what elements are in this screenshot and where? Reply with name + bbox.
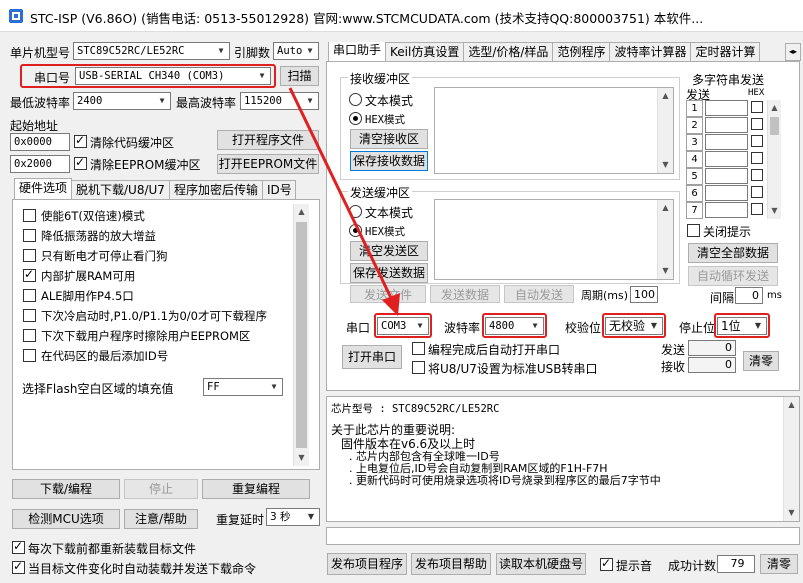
main-window: STC-ISP (V6.86O) (销售电话: 0513-55012928) 官… — [0, 0, 803, 583]
annotation-arrow — [288, 87, 400, 316]
